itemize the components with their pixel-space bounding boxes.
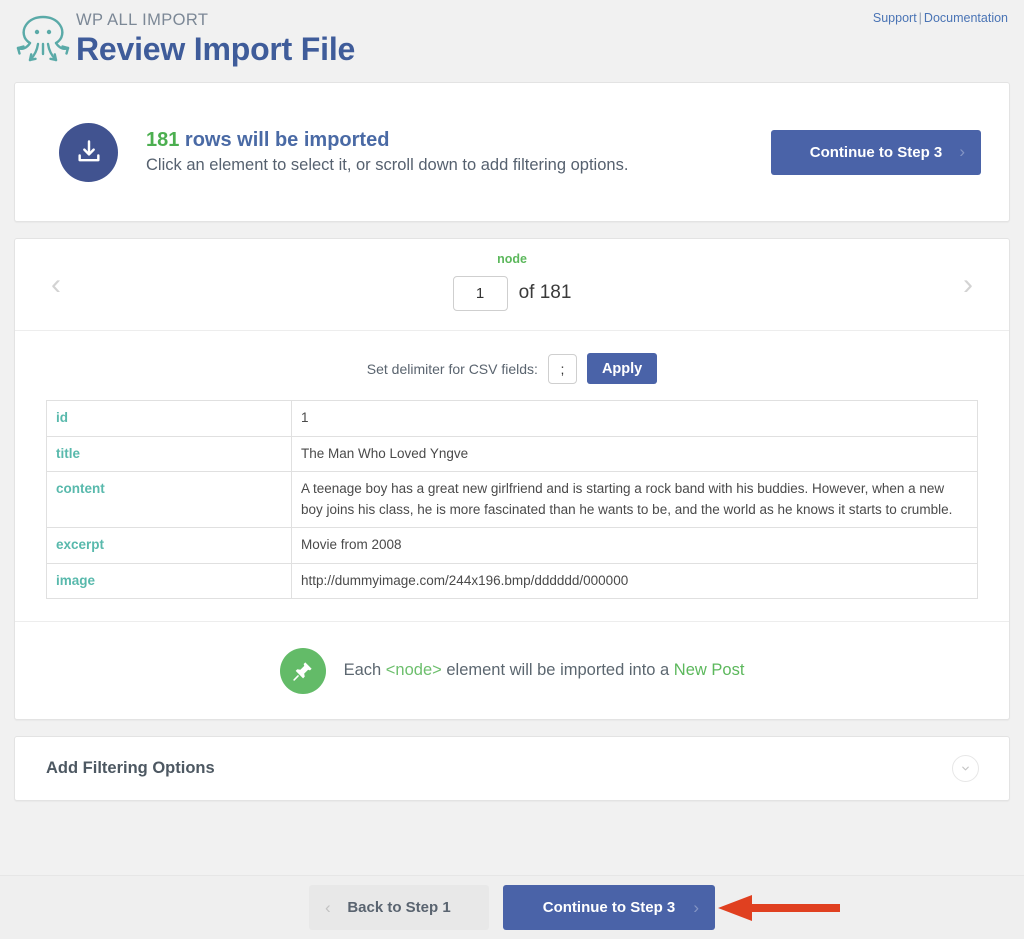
record-number-input[interactable] <box>452 275 508 311</box>
add-filtering-options-card[interactable]: Add Filtering Options <box>14 736 1010 802</box>
note-node-tag: <node> <box>385 661 442 680</box>
pushpin-icon <box>279 647 326 694</box>
record-fields-table: id 1 title The Man Who Loved Yngve conte… <box>46 400 978 600</box>
import-target-note: Each <node> element will be imported int… <box>15 621 1009 719</box>
back-to-step-1-button[interactable]: ‹ Back to Step 1 <box>309 885 489 930</box>
header-links: Support | Documentation <box>873 11 1008 25</box>
field-key: image <box>46 562 292 600</box>
table-row[interactable]: title The Man Who Loved Yngve <box>46 435 978 473</box>
import-download-icon <box>59 122 118 182</box>
support-link[interactable]: Support <box>873 11 917 25</box>
field-key: excerpt <box>46 527 292 564</box>
pager-row: of 181 <box>15 275 1009 311</box>
field-key: id <box>46 400 292 437</box>
field-key: content <box>46 471 292 529</box>
field-value: http://dummyimage.com/244x196.bmp/dddddd… <box>291 562 978 600</box>
back-button-label: Back to Step 1 <box>347 899 451 916</box>
banner-hint: Click an element to select it, or scroll… <box>146 156 629 175</box>
banner-text: 181 rows will be imported Click an eleme… <box>146 127 771 176</box>
note-target-type: New Post <box>673 661 745 680</box>
record-fields-table-wrap: id 1 title The Man Who Loved Yngve conte… <box>15 400 1009 621</box>
record-total-label: of 181 <box>518 282 572 303</box>
delimiter-label: Set delimiter for CSV fields: <box>366 360 538 377</box>
product-kicker: WP ALL IMPORT <box>76 11 209 29</box>
wizard-footer: ‹ Back to Step 1 Continue to Step 3 › <box>0 875 1024 939</box>
rows-summary: 181 rows will be imported <box>146 127 771 154</box>
header-titles: WP ALL IMPORT Review Import File <box>76 8 355 66</box>
chevron-left-icon: ‹ <box>325 897 331 917</box>
filtering-options-title: Add Filtering Options <box>46 759 215 778</box>
page-root: WP ALL IMPORT Review Import File Support… <box>0 0 1024 939</box>
row-count: 181 <box>146 129 180 152</box>
octopus-logo-icon <box>10 8 76 70</box>
page-title: Review Import File <box>76 30 356 67</box>
continue-footer-label: Continue to Step 3 <box>542 899 676 916</box>
field-key: title <box>46 435 292 473</box>
delimiter-input[interactable] <box>547 353 577 384</box>
table-row[interactable]: excerpt Movie from 2008 <box>46 527 978 564</box>
field-value: 1 <box>291 400 978 437</box>
row-count-suffix: rows will be imported <box>179 129 390 152</box>
link-separator: | <box>918 11 922 25</box>
table-row[interactable]: id 1 <box>46 400 978 437</box>
record-preview-card: ‹ › node of 181 Set delimiter for CSV fi… <box>14 238 1010 721</box>
apply-delimiter-button[interactable]: Apply <box>586 353 658 384</box>
documentation-link[interactable]: Documentation <box>924 11 1008 25</box>
table-row[interactable]: image http://dummyimage.com/244x196.bmp/… <box>46 562 978 600</box>
field-value: The Man Who Loved Yngve <box>291 435 978 473</box>
record-pager: ‹ › node of 181 <box>15 239 1009 331</box>
chevron-right-icon: › <box>959 142 965 161</box>
element-name-label: node <box>497 252 527 266</box>
page-header: WP ALL IMPORT Review Import File Support… <box>0 0 1024 82</box>
csv-delimiter-row: Set delimiter for CSV fields: Apply <box>15 331 1009 400</box>
continue-to-step-3-button-bottom[interactable]: Continue to Step 3 › <box>503 885 715 930</box>
import-note-text: Each <node> element will be imported int… <box>344 661 745 680</box>
field-value: A teenage boy has a great new girlfriend… <box>291 471 978 529</box>
pager-center: node of 181 <box>15 253 1009 311</box>
import-summary-banner: 181 rows will be imported Click an eleme… <box>14 82 1010 222</box>
continue-button-label: Continue to Step 3 <box>809 143 943 161</box>
continue-to-step-3-button-top[interactable]: Continue to Step 3 › <box>771 129 981 175</box>
note-middle: element will be imported into a <box>441 661 674 680</box>
note-prefix: Each <box>343 661 386 680</box>
field-value: Movie from 2008 <box>291 527 978 564</box>
record-fields-body: id 1 title The Man Who Loved Yngve conte… <box>46 400 978 600</box>
table-row[interactable]: content A teenage boy has a great new gi… <box>46 471 978 529</box>
chevron-down-icon[interactable] <box>952 755 979 783</box>
chevron-right-icon: › <box>693 897 699 917</box>
